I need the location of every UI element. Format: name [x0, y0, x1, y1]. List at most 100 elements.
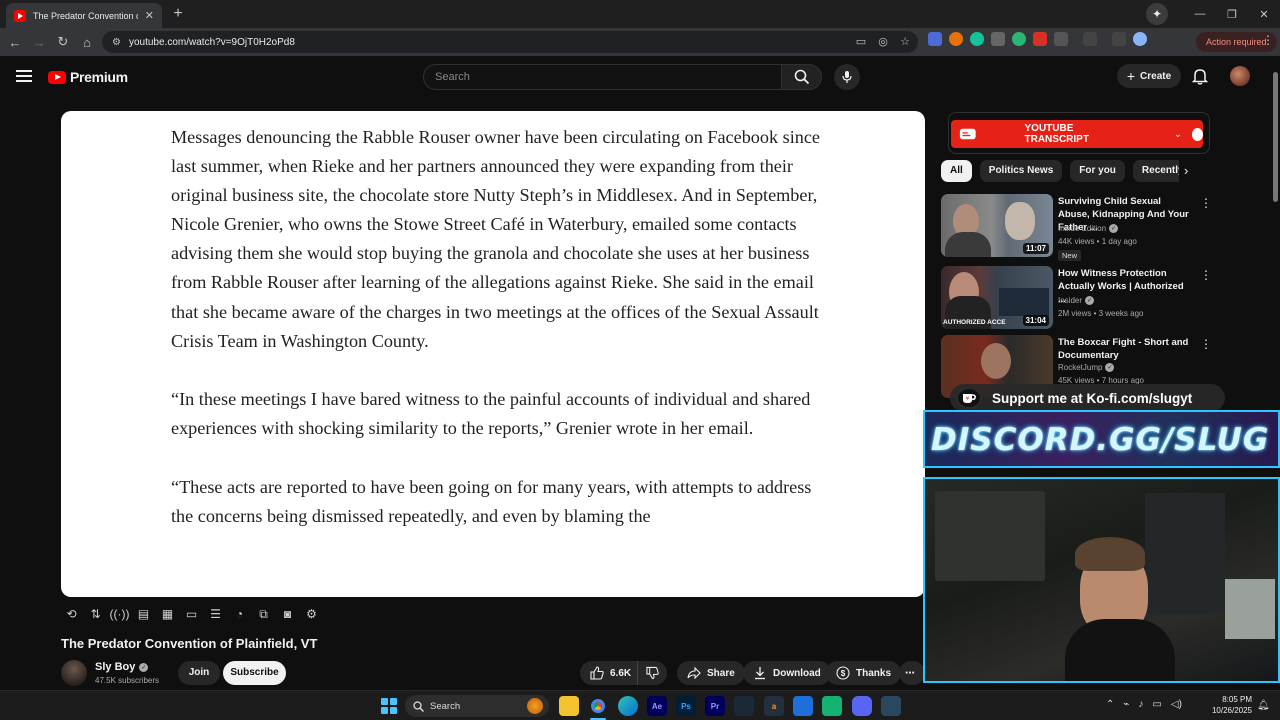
- more-vertical-icon[interactable]: ⋮: [1200, 337, 1212, 351]
- share-label: Share: [707, 667, 735, 679]
- microphone-icon: [842, 71, 852, 83]
- notification-bell-icon[interactable]: 🔔︎: [1257, 700, 1270, 711]
- more-vertical-icon[interactable]: ⋮: [1200, 268, 1212, 282]
- translate-extension-icon[interactable]: [928, 32, 942, 46]
- grammarly-extension-icon[interactable]: [970, 32, 984, 46]
- loop-icon[interactable]: ⟲: [62, 605, 81, 623]
- logo-text: Premium: [70, 69, 128, 85]
- minimize-button[interactable]: —: [1184, 8, 1216, 20]
- youtube-premium-logo[interactable]: Premium: [48, 69, 128, 85]
- orange-extension-icon[interactable]: [949, 32, 963, 46]
- chevron-up-icon[interactable]: ⌃: [1106, 699, 1114, 710]
- close-window-button[interactable]: ✕: [1248, 8, 1280, 21]
- gemini-icon[interactable]: ✦: [1146, 3, 1168, 25]
- network-icon[interactable]: ⌁: [1123, 699, 1129, 710]
- recommended-video[interactable]: 11:07 Surviving Child Sexual Abuse, Kidn…: [941, 194, 1212, 261]
- subtitles-icon[interactable]: ▤: [134, 605, 153, 623]
- puzzle-extensions-icon[interactable]: [1054, 32, 1068, 46]
- home-icon[interactable]: ⌂: [75, 30, 99, 54]
- sort-icon[interactable]: ⇅: [86, 605, 105, 623]
- channel-name[interactable]: Sly Boy ✓: [95, 661, 149, 673]
- profile-icon[interactable]: [1133, 32, 1147, 46]
- menu-icon[interactable]: [16, 70, 32, 82]
- download-button[interactable]: Download: [743, 661, 831, 685]
- like-count: 6.6K: [610, 667, 632, 679]
- reading-list-icon[interactable]: [1112, 32, 1126, 46]
- image-extension-icon[interactable]: [991, 32, 1005, 46]
- picture-in-picture-icon[interactable]: ⧉: [254, 605, 273, 623]
- address-bar[interactable]: ⚙ youtube.com/watch?v=9OjT0H2oPd8 ▭ ◎ ☆: [102, 31, 918, 53]
- audio-waves-icon[interactable]: ((·)): [110, 605, 130, 623]
- list-icon[interactable]: ☰: [206, 605, 225, 623]
- create-button[interactable]: + Create: [1117, 64, 1181, 88]
- tracking-icon[interactable]: ◎: [876, 34, 890, 50]
- file-explorer-icon[interactable]: [559, 696, 579, 716]
- share-button[interactable]: Share: [677, 661, 745, 685]
- youtube-transcript-button[interactable]: YOUTUBE TRANSCRIPT ⌄: [951, 120, 1203, 148]
- green-extension-icon[interactable]: [1012, 32, 1026, 46]
- search-icon: [413, 700, 424, 712]
- speed-icon[interactable]: ◔: [230, 605, 249, 623]
- notifications-button[interactable]: [1192, 67, 1208, 85]
- cast-icon[interactable]: ▭: [854, 34, 868, 50]
- recommended-video[interactable]: AUTHORIZED ACCE 31:04 How Witness Protec…: [941, 266, 1212, 330]
- amazon-icon[interactable]: a: [764, 696, 784, 716]
- close-tab-icon[interactable]: ✕: [145, 9, 154, 22]
- subscriber-count: 47.5K subscribers: [95, 676, 160, 685]
- system-clock[interactable]: 8:05 PM 10/26/2025: [1206, 694, 1252, 716]
- more-vertical-icon[interactable]: ⋮: [1200, 196, 1212, 210]
- forward-icon[interactable]: →: [27, 30, 51, 54]
- taskbar-search[interactable]: Search: [405, 695, 549, 717]
- back-icon[interactable]: ←: [3, 30, 27, 54]
- chip-for-you[interactable]: For you: [1070, 160, 1125, 182]
- caption-box-icon[interactable]: ▭: [182, 605, 201, 623]
- user-avatar[interactable]: [1230, 66, 1250, 86]
- screenshot-icon[interactable]: ◙: [278, 605, 297, 623]
- green-app-icon[interactable]: [822, 696, 842, 716]
- join-button[interactable]: Join: [178, 661, 220, 685]
- scrollbar-thumb[interactable]: [1273, 72, 1278, 202]
- chrome-icon[interactable]: [588, 696, 608, 716]
- channel-name-text: RocketJump: [1058, 363, 1103, 372]
- split-view-icon[interactable]: [1083, 32, 1097, 46]
- flag-extension-icon[interactable]: [1033, 32, 1047, 46]
- video-player[interactable]: Messages denouncing the Rabble Rouser ow…: [61, 111, 925, 597]
- new-tab-button[interactable]: +: [168, 4, 188, 24]
- photoshop-icon[interactable]: Ps: [676, 696, 696, 716]
- search-input[interactable]: Search: [423, 64, 782, 90]
- dislike-button[interactable]: [637, 661, 667, 685]
- tab-title: The Predator Convention of Pla: [33, 10, 138, 21]
- bookmark-star-icon[interactable]: ☆: [898, 34, 912, 50]
- chip-all[interactable]: All: [941, 160, 972, 182]
- volume-icon[interactable]: ◁): [1171, 699, 1182, 710]
- steam-small-icon[interactable]: [881, 696, 901, 716]
- windows-start-button[interactable]: [381, 698, 397, 714]
- like-button[interactable]: 6.6K: [580, 661, 644, 685]
- chevron-right-icon[interactable]: ›: [1184, 163, 1188, 178]
- page-scrollbar[interactable]: [1270, 60, 1280, 400]
- subscribe-button[interactable]: Subscribe: [223, 661, 286, 685]
- mic-tray-icon[interactable]: ♪: [1138, 699, 1143, 710]
- reload-icon[interactable]: ↻: [51, 30, 75, 54]
- discord-icon[interactable]: [852, 696, 872, 716]
- site-info-icon[interactable]: ⚙: [112, 37, 121, 48]
- steam-icon[interactable]: [734, 696, 754, 716]
- restore-button[interactable]: ❐: [1216, 8, 1248, 21]
- after-effects-icon[interactable]: Ae: [647, 696, 667, 716]
- voice-search-button[interactable]: [834, 64, 860, 90]
- edge-icon[interactable]: [618, 696, 638, 716]
- film-icon[interactable]: ▦: [158, 605, 177, 623]
- blue-app-icon[interactable]: [793, 696, 813, 716]
- settings-gear-icon[interactable]: ⚙: [302, 605, 321, 623]
- search-button[interactable]: [781, 64, 822, 90]
- more-actions-button[interactable]: ⋯: [899, 661, 925, 685]
- chip-recently-uploaded[interactable]: Recently uploaded: [1132, 160, 1179, 182]
- thanks-button[interactable]: $ Thanks: [826, 661, 902, 685]
- channel-avatar[interactable]: [61, 660, 87, 686]
- premiere-icon[interactable]: Pr: [705, 696, 725, 716]
- display-icon[interactable]: ▭: [1152, 699, 1161, 710]
- browser-menu-icon[interactable]: ⋮: [1262, 33, 1274, 47]
- chip-politics-news[interactable]: Politics News: [979, 160, 1063, 182]
- youtube-header: Premium Search + Create: [0, 56, 1280, 98]
- browser-tab[interactable]: The Predator Convention of Pla ✕: [6, 3, 162, 28]
